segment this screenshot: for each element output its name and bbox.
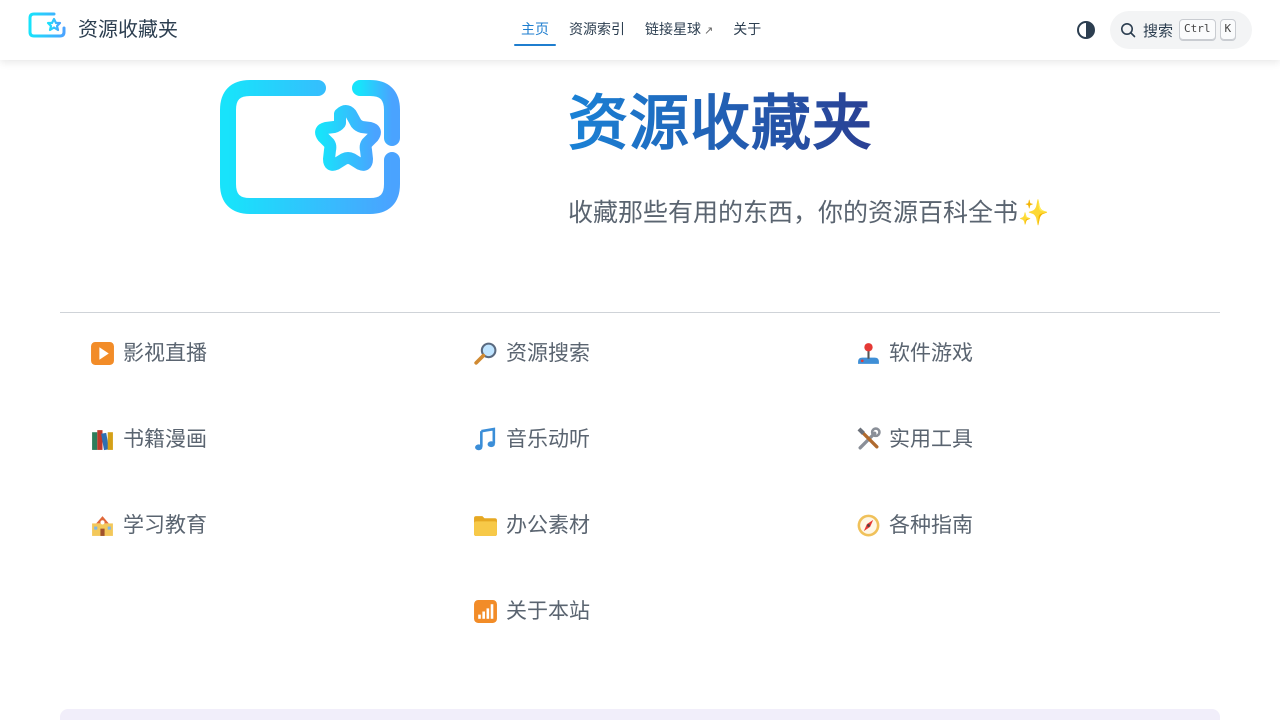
hero-description: 收藏那些有用的东西，你的资源百科全书✨ <box>568 198 1050 227</box>
compass-icon <box>857 514 880 536</box>
hero-title: 资源收藏夹 <box>568 89 873 159</box>
category-label: 音乐动听 <box>506 427 590 451</box>
folder-icon <box>474 515 497 536</box>
shortcut-key-k: K <box>1219 19 1237 41</box>
hero-logo-icon <box>220 80 400 250</box>
theme-toggle-icon[interactable] <box>1075 19 1097 41</box>
search-button[interactable]: 搜索 Ctrl K <box>1110 11 1252 49</box>
nav-link-home[interactable]: 主页 <box>514 0 556 60</box>
play-button-icon <box>91 341 114 365</box>
category-link-video-live[interactable]: 影视直播 <box>90 336 207 370</box>
music-note-icon <box>475 427 496 450</box>
section-divider <box>60 312 1220 313</box>
category-link-software-games[interactable]: 软件游戏 <box>856 336 973 370</box>
category-link-tools[interactable]: 实用工具 <box>856 422 973 456</box>
category-label: 各种指南 <box>889 513 973 537</box>
category-label: 书籍漫画 <box>123 427 207 451</box>
books-icon <box>92 429 113 450</box>
category-link-music[interactable]: 音乐动听 <box>473 422 590 456</box>
school-icon <box>92 515 113 536</box>
category-label: 软件游戏 <box>889 341 973 365</box>
category-link-books-comics[interactable]: 书籍漫画 <box>90 422 207 456</box>
category-link-about-site[interactable]: 关于本站 <box>473 594 590 628</box>
category-label: 关于本站 <box>506 599 590 623</box>
bottom-panel <box>60 709 1220 720</box>
nav-link-resource-index[interactable]: 资源索引 <box>562 0 632 60</box>
site-brand-link[interactable]: 资源收藏夹 <box>28 12 178 46</box>
category-link-education[interactable]: 学习教育 <box>90 508 207 542</box>
category-link-guides[interactable]: 各种指南 <box>856 508 973 542</box>
category-label: 影视直播 <box>123 341 207 365</box>
category-label: 资源搜索 <box>506 341 590 365</box>
nav-link-label: 关于 <box>733 22 762 38</box>
category-label: 学习教育 <box>123 513 207 537</box>
search-icon <box>1121 23 1136 38</box>
site-name: 资源收藏夹 <box>78 17 178 41</box>
category-link-resource-search[interactable]: 资源搜索 <box>473 336 590 370</box>
shortcut-key-ctrl: Ctrl <box>1179 19 1216 41</box>
external-link-icon: ↗ <box>704 24 714 37</box>
category-label: 实用工具 <box>889 427 973 451</box>
nav-link-link-planet[interactable]: 链接星球 ↗ <box>638 0 720 60</box>
top-navbar: 资源收藏夹 主页 资源索引 链接星球 ↗ 关于 搜索 Ctrl K <box>0 0 1280 60</box>
tools-icon <box>857 426 881 449</box>
search-label: 搜索 <box>1143 21 1174 40</box>
magnifier-icon <box>474 342 497 365</box>
nav-link-about[interactable]: 关于 <box>726 0 768 60</box>
joystick-icon <box>858 342 879 364</box>
site-logo-icon <box>28 12 66 46</box>
nav-link-label: 链接星球 <box>645 22 701 38</box>
main-nav: 主页 资源索引 链接星球 ↗ 关于 <box>514 0 774 60</box>
category-label: 办公素材 <box>506 513 590 537</box>
signal-bars-icon <box>474 599 497 623</box>
nav-link-label: 主页 <box>521 22 549 38</box>
nav-link-label: 资源索引 <box>569 22 625 38</box>
category-link-office-assets[interactable]: 办公素材 <box>473 508 590 542</box>
